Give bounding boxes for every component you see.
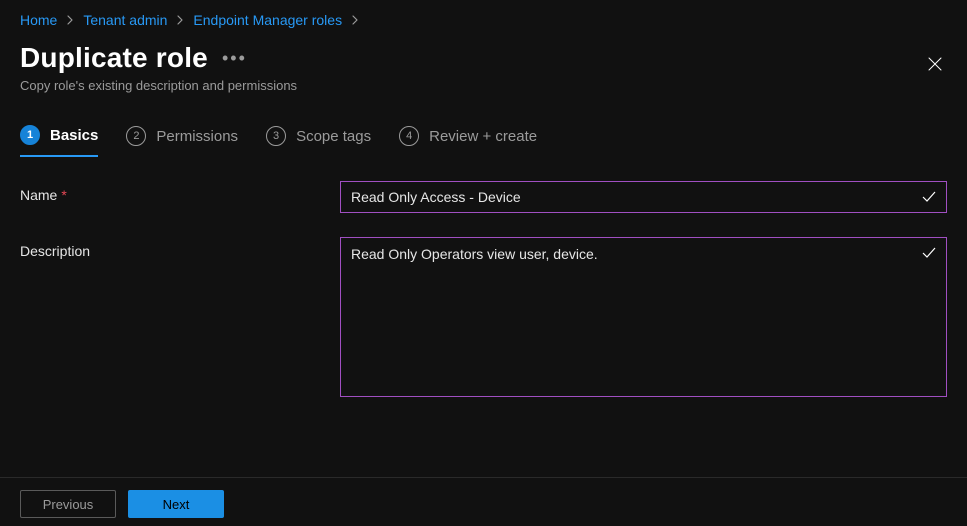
page-title: Duplicate role (20, 42, 208, 74)
page-subtitle: Copy role's existing description and per… (20, 78, 297, 93)
chevron-right-icon (175, 15, 185, 25)
description-control (340, 237, 947, 400)
step-number-icon: 2 (126, 126, 146, 146)
step-number-icon: 1 (20, 125, 40, 145)
breadcrumb-home[interactable]: Home (20, 10, 57, 30)
close-icon (927, 56, 943, 72)
name-label-text: Name (20, 187, 57, 203)
step-label: Scope tags (296, 128, 371, 145)
wizard-steps: 1 Basics 2 Permissions 3 Scope tags 4 Re… (20, 125, 947, 157)
form-area: Name * Description (20, 181, 947, 400)
page-root: Home Tenant admin Endpoint Manager roles… (0, 0, 967, 526)
step-permissions[interactable]: 2 Permissions (126, 126, 238, 156)
step-scope-tags[interactable]: 3 Scope tags (266, 126, 371, 156)
step-number-icon: 4 (399, 126, 419, 146)
step-label: Basics (50, 127, 98, 144)
description-label-text: Description (20, 243, 90, 259)
chevron-right-icon (65, 15, 75, 25)
breadcrumb-endpoint-manager-roles[interactable]: Endpoint Manager roles (193, 10, 342, 30)
description-input[interactable] (340, 237, 947, 397)
name-control (340, 181, 947, 213)
close-button[interactable] (919, 48, 951, 80)
form-row-description: Description (20, 237, 947, 400)
more-actions-icon[interactable]: ••• (222, 44, 247, 72)
title-line: Duplicate role ••• (20, 42, 297, 74)
form-row-name: Name * (20, 181, 947, 213)
name-input[interactable] (340, 181, 947, 213)
footer-bar: Previous Next (0, 477, 967, 526)
breadcrumb-tenant-admin[interactable]: Tenant admin (83, 10, 167, 30)
breadcrumb: Home Tenant admin Endpoint Manager roles (20, 10, 947, 30)
title-block: Duplicate role ••• Copy role's existing … (20, 42, 297, 93)
step-number-icon: 3 (266, 126, 286, 146)
step-label: Review + create (429, 128, 537, 145)
step-label: Permissions (156, 128, 238, 145)
required-star-icon: * (61, 187, 66, 203)
previous-button[interactable]: Previous (20, 490, 116, 518)
chevron-right-icon (350, 15, 360, 25)
next-button[interactable]: Next (128, 490, 224, 518)
name-label: Name * (20, 181, 340, 203)
step-basics[interactable]: 1 Basics (20, 125, 98, 157)
header-row: Duplicate role ••• Copy role's existing … (20, 42, 947, 93)
description-label: Description (20, 237, 340, 259)
step-review-create[interactable]: 4 Review + create (399, 126, 537, 156)
